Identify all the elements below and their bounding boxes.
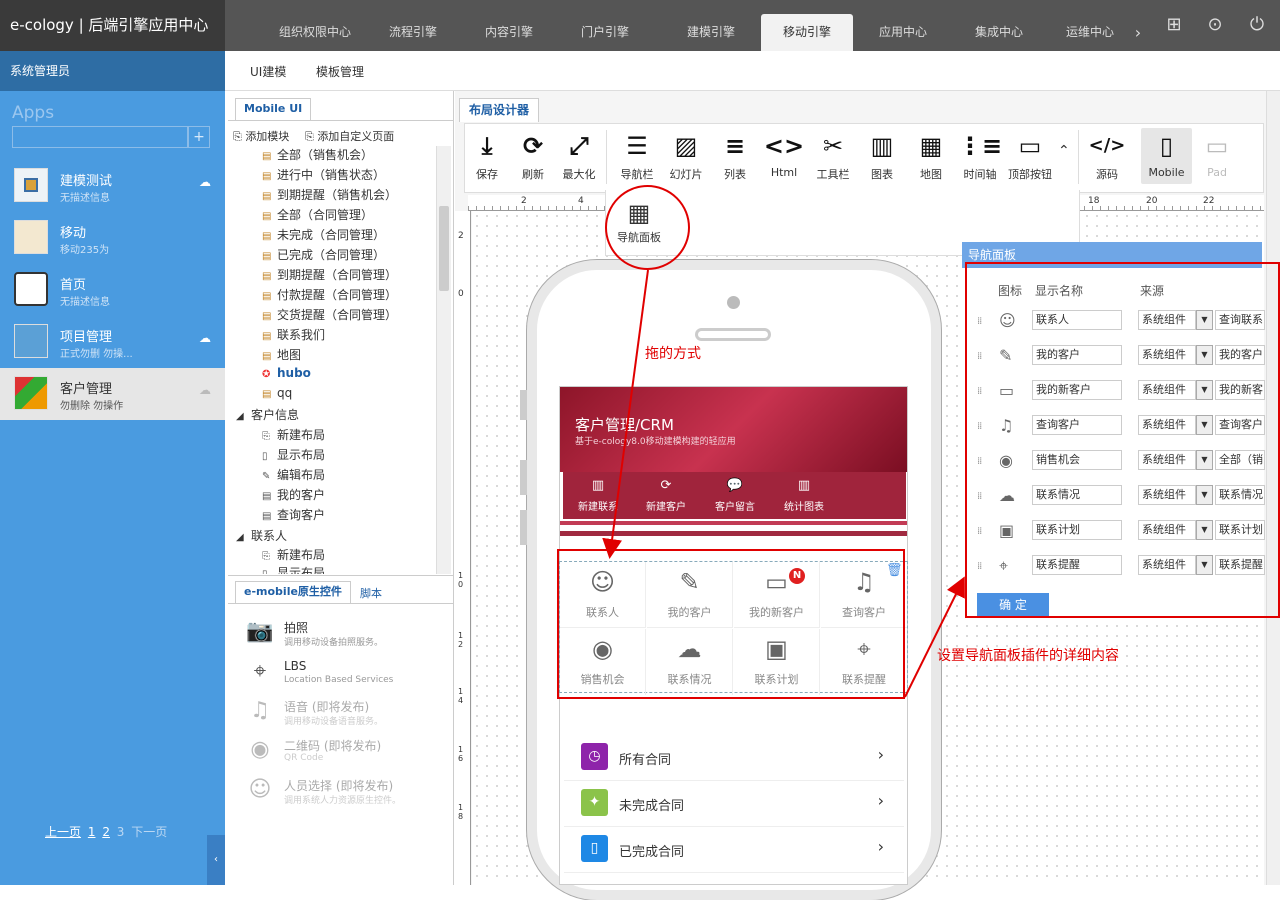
annotation-settings-note: 设置导航面板插件的详细内容 <box>937 648 1119 664</box>
annotation-drag-note: 拖的方式 <box>645 346 701 362</box>
annotation-arrows <box>602 269 965 698</box>
arrow-settings <box>904 576 965 698</box>
arrow-drag <box>602 269 649 559</box>
